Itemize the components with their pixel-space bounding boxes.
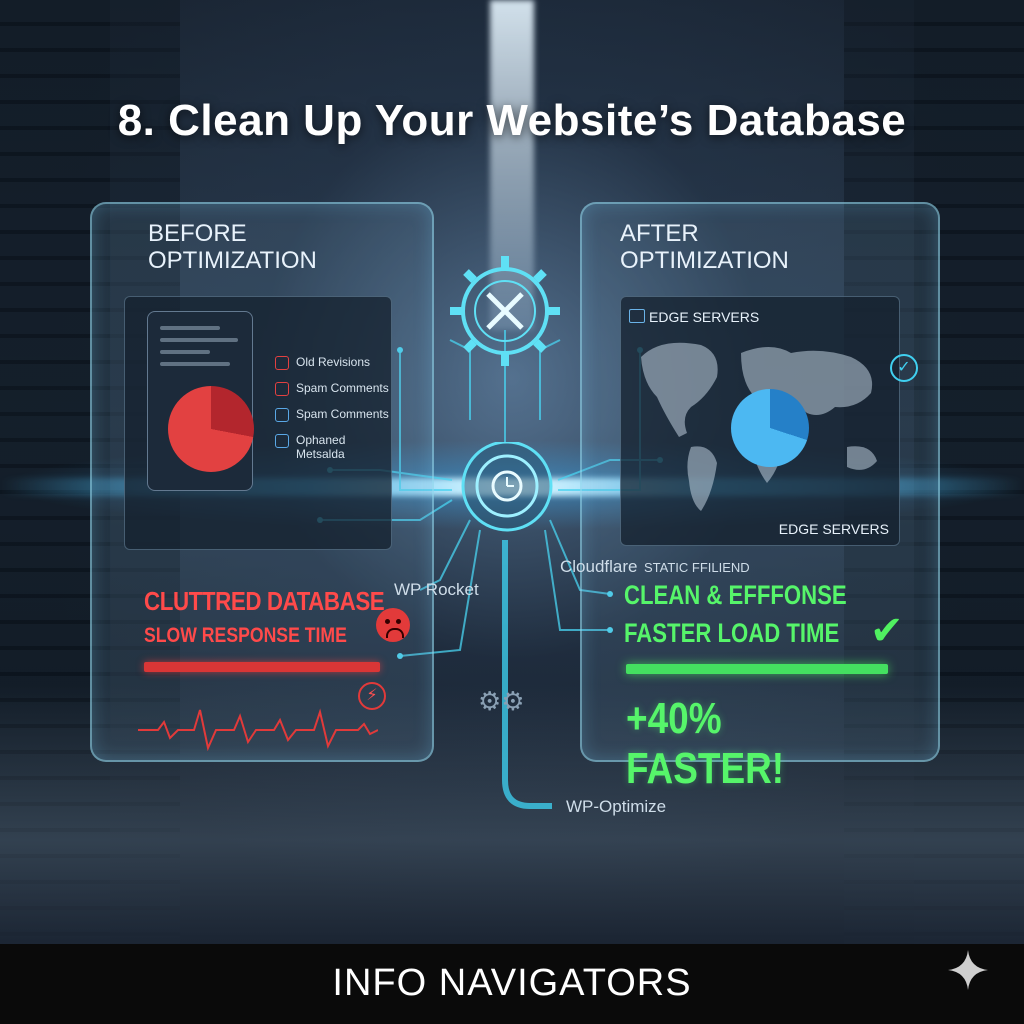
footer-bar: INFO NAVIGATORS — [0, 944, 1024, 1024]
check-circle-icon: ✓ — [890, 354, 918, 382]
static-label: STATIC FFILIEND — [644, 560, 750, 575]
clutter-list: Old Revisions Spam Comments Spam Comment… — [275, 355, 389, 472]
sparkle-icon — [948, 950, 988, 990]
improvement-value: +40% FASTER! — [626, 694, 785, 793]
after-panel: AFTER OPTIMIZATION EDGE SERVERS EDGE SER… — [580, 202, 940, 793]
list-item: Spam Comments — [275, 407, 389, 422]
before-panel: BEFORE OPTIMIZATION Old Revisions Spam C… — [90, 202, 434, 762]
brand-name: INFO NAVIGATORS — [332, 962, 692, 1004]
before-status-sub: SLOW RESPONSE TIME — [144, 624, 347, 647]
phone-mockup — [147, 311, 254, 491]
checkmark-icon: ✔ — [870, 609, 904, 653]
trash-icon — [275, 356, 289, 370]
before-screen: Old Revisions Spam Comments Spam Comment… — [124, 296, 392, 550]
after-heading: AFTER OPTIMIZATION — [620, 220, 789, 274]
comment-icon — [275, 382, 289, 396]
list-item: Spam Comments — [275, 381, 389, 396]
after-status-sub: FASTER LOAD TIME — [624, 618, 840, 648]
before-status-main: CLUTTRED DATABASE — [144, 586, 385, 616]
wrench-gear-icon — [450, 256, 560, 366]
wp-rocket-label: WP Rocket — [394, 580, 479, 599]
heartbeat-icon — [138, 708, 378, 752]
map-label-bottom: EDGE SERVERS — [778, 521, 889, 537]
tag-icon — [275, 434, 289, 448]
comment-icon — [275, 408, 289, 422]
fast-progress-bar — [626, 664, 888, 674]
cloudflare-label: Cloudflare — [560, 557, 638, 576]
page-title: 8. Clean Up Your Website’s Database — [117, 96, 907, 145]
small-gears-icon: ⚙⚙ — [478, 686, 525, 716]
sad-face-icon — [376, 608, 410, 642]
world-map-screen: EDGE SERVERS EDGE SERVERS — [620, 296, 900, 546]
wp-optimize-label: WP-Optimize — [566, 797, 667, 816]
cluttered-pie-chart — [168, 386, 254, 472]
after-status-main: CLEAN & EFFFONSE — [624, 580, 847, 610]
before-heading: BEFORE OPTIMIZATION — [148, 220, 317, 274]
optimized-pie-chart — [731, 389, 809, 467]
slow-progress-bar — [144, 662, 380, 672]
list-item: Old Revisions — [275, 355, 389, 370]
clock-hub-icon — [461, 442, 553, 532]
list-item: Ophaned Metsalda — [275, 433, 389, 461]
